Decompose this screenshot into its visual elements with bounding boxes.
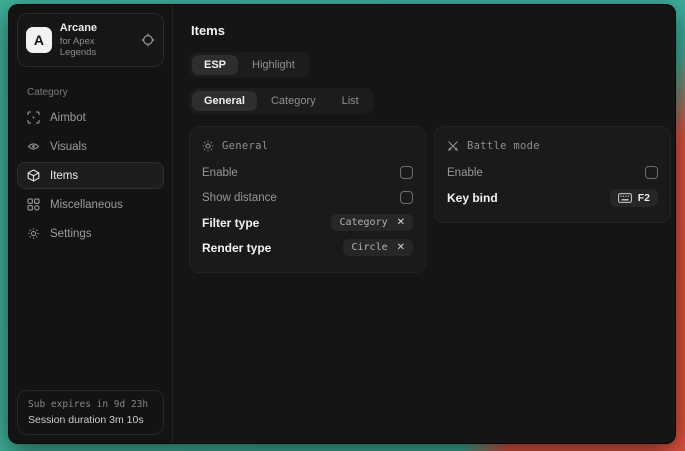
grid-icon: [27, 198, 40, 211]
setting-row-enable: Enable: [202, 160, 413, 185]
settings-cards: General Enable Show distance Filter type…: [189, 126, 671, 273]
render-type-value: Circle: [351, 242, 387, 253]
battle-enable-checkbox[interactable]: [645, 166, 658, 179]
general-card: General Enable Show distance Filter type…: [189, 126, 426, 273]
sidebar-item-label: Aimbot: [50, 112, 86, 124]
sidebar-item-visuals[interactable]: Visuals: [17, 133, 164, 160]
app-name: Arcane: [60, 22, 133, 34]
filter-type-select[interactable]: Category ✕: [331, 214, 413, 231]
app-subtitle: for Apex Legends: [60, 36, 133, 58]
sidebar-item-label: Visuals: [50, 141, 87, 153]
tab-list[interactable]: List: [330, 91, 371, 111]
setting-label: Enable: [202, 167, 238, 179]
sidebar-item-settings[interactable]: Settings: [17, 220, 164, 247]
setting-row-render-type: Render type Circle ✕: [202, 235, 413, 260]
app-logo: A: [26, 27, 52, 53]
setting-label: Show distance: [202, 192, 277, 204]
setting-row-battle-enable: Enable: [447, 160, 658, 185]
keybind-value: F2: [638, 192, 650, 204]
gear-icon: [27, 227, 40, 240]
sidebar-item-miscellaneous[interactable]: Miscellaneous: [17, 191, 164, 218]
tab-esp[interactable]: ESP: [192, 55, 238, 75]
sidebar-nav: Aimbot Visuals Items: [9, 104, 172, 247]
battle-mode-card-header: Battle mode: [447, 140, 658, 152]
tab-category[interactable]: Category: [259, 91, 328, 111]
view-tabbar: General Category List: [189, 88, 374, 114]
swords-icon: [447, 140, 459, 152]
sidebar-item-items[interactable]: Items: [17, 162, 164, 189]
enable-checkbox[interactable]: [400, 166, 413, 179]
eye-icon: [27, 140, 40, 153]
subscription-status-card: Sub expires in 9d 23h Session duration 3…: [17, 390, 164, 435]
card-title: Battle mode: [467, 140, 540, 152]
close-icon[interactable]: ✕: [397, 243, 405, 253]
setting-label: Key bind: [447, 191, 498, 205]
show-distance-checkbox[interactable]: [400, 191, 413, 204]
app-meta: Arcane for Apex Legends: [60, 22, 133, 58]
sidebar-item-label: Items: [50, 170, 78, 182]
setting-label: Enable: [447, 167, 483, 179]
mode-tabbar: ESP Highlight: [189, 52, 310, 78]
sidebar-item-label: Settings: [50, 228, 92, 240]
render-type-select[interactable]: Circle ✕: [343, 239, 413, 256]
setting-label: Render type: [202, 241, 271, 255]
battle-mode-card: Battle mode Enable Key bind: [434, 126, 671, 223]
cube-icon: [27, 169, 40, 182]
sidebar-item-aimbot[interactable]: Aimbot: [17, 104, 164, 131]
crosshair-icon[interactable]: [141, 33, 155, 47]
session-duration-text: Session duration 3m 10s: [28, 414, 153, 426]
sidebar: A Arcane for Apex Legends Category: [9, 5, 173, 443]
setting-label: Filter type: [202, 216, 259, 230]
crosshair-frame-icon: [27, 111, 40, 124]
tab-highlight[interactable]: Highlight: [240, 55, 307, 75]
tab-general[interactable]: General: [192, 91, 257, 111]
close-icon[interactable]: ✕: [397, 218, 405, 228]
app-header-card: A Arcane for Apex Legends: [17, 13, 164, 67]
keyboard-icon: [618, 193, 632, 203]
setting-row-key-bind: Key bind F2: [447, 185, 658, 210]
page-title: Items: [191, 23, 671, 38]
sub-expiry-text: Sub expires in 9d 23h: [28, 399, 153, 410]
sidebar-section-label: Category: [27, 87, 172, 98]
keybind-button[interactable]: F2: [610, 189, 658, 207]
main-content: Items ESP Highlight General Category Lis…: [173, 5, 676, 443]
setting-row-filter-type: Filter type Category ✕: [202, 210, 413, 235]
sun-icon: [202, 140, 214, 152]
app-window: A Arcane for Apex Legends Category: [8, 4, 676, 444]
setting-row-show-distance: Show distance: [202, 185, 413, 210]
card-title: General: [222, 140, 268, 152]
sidebar-item-label: Miscellaneous: [50, 199, 123, 211]
filter-type-value: Category: [339, 217, 387, 228]
general-card-header: General: [202, 140, 413, 152]
